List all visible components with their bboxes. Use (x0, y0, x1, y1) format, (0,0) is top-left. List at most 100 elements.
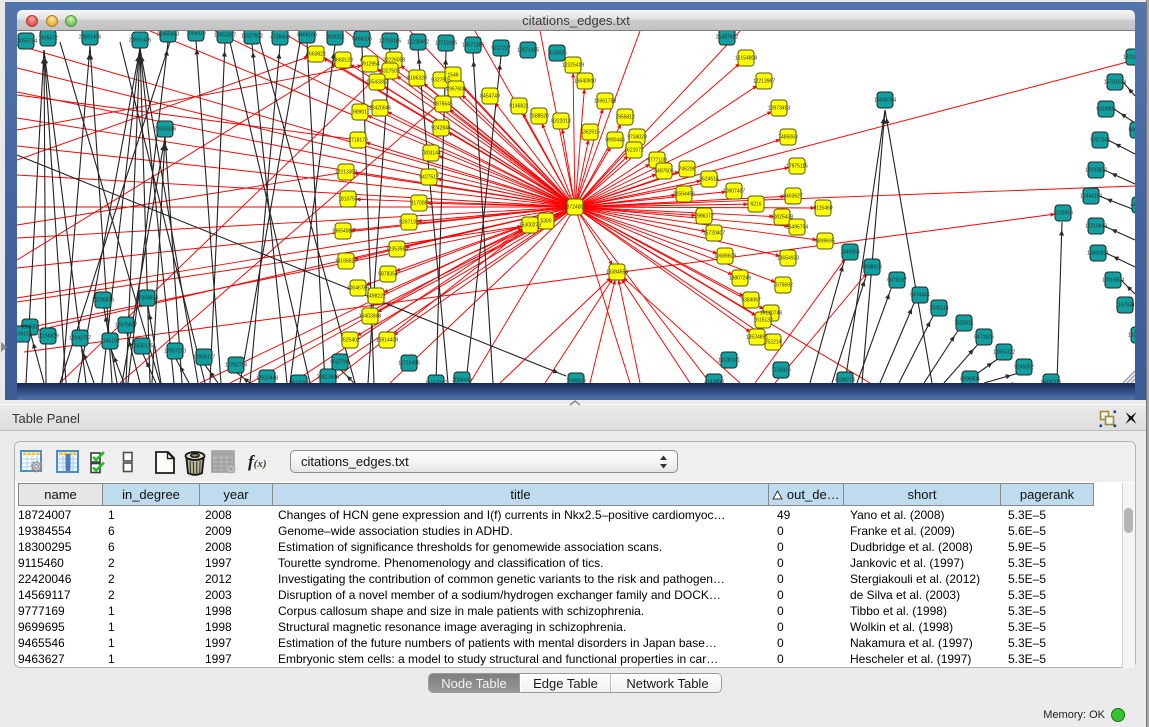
svg-text:10654122: 10654122 (993, 350, 1015, 356)
svg-text:16120746: 16120746 (760, 311, 782, 317)
svg-text:3624514: 3624514 (699, 177, 719, 183)
svg-text:817008: 817008 (411, 201, 428, 207)
svg-text:10025438: 10025438 (771, 215, 793, 221)
svg-text:10973493: 10973493 (768, 106, 790, 112)
svg-text:10653267: 10653267 (214, 33, 236, 39)
svg-text:20206576: 20206576 (92, 298, 114, 304)
svg-text:1621072: 1621072 (624, 148, 644, 154)
svg-text:18218506: 18218506 (1123, 55, 1135, 61)
svg-text:10228452: 10228452 (407, 40, 429, 46)
svg-text:10719185: 10719185 (435, 41, 457, 47)
svg-text:13654923: 13654923 (777, 256, 799, 262)
svg-text:11716485: 11716485 (398, 361, 420, 367)
svg-text:1145193: 1145193 (100, 339, 119, 345)
svg-text:1588520: 1588520 (529, 114, 549, 120)
svg-text:12093872: 12093872 (1085, 168, 1107, 174)
svg-text:9637791: 9637791 (330, 360, 350, 366)
svg-text:15692921: 15692921 (1087, 251, 1109, 257)
svg-text:16961758: 16961758 (594, 99, 616, 105)
svg-text:3875645: 3875645 (433, 102, 453, 108)
svg-text:10688609: 10688609 (714, 254, 736, 260)
svg-text:16403948: 16403948 (359, 314, 381, 320)
svg-text:252214: 252214 (765, 340, 782, 346)
svg-text:21564456: 21564456 (673, 192, 695, 198)
svg-text:12942757: 12942757 (69, 336, 91, 342)
svg-text:1810755: 1810755 (338, 197, 358, 203)
svg-text:10958127: 10958127 (193, 355, 215, 361)
svg-text:16154808: 16154808 (735, 56, 757, 62)
svg-text:7632621: 7632621 (954, 321, 974, 327)
svg-text:14136141: 14136141 (718, 358, 740, 364)
svg-text:9474444: 9474444 (910, 293, 930, 299)
svg-text:5682115: 5682115 (1128, 128, 1135, 134)
svg-text:1362615: 1362615 (580, 130, 600, 136)
svg-text:8660123: 8660123 (333, 58, 353, 64)
svg-text:7485063: 7485063 (778, 135, 798, 141)
svg-text:9990443: 9990443 (605, 138, 625, 144)
svg-text:12923448: 12923448 (256, 376, 278, 382)
svg-text:9245652: 9245652 (1014, 365, 1034, 371)
svg-text:8322013: 8322013 (551, 119, 571, 125)
svg-text:10046786: 10046786 (347, 286, 369, 292)
svg-text:16210643: 16210643 (1085, 224, 1107, 230)
svg-text:1405572: 1405572 (38, 36, 58, 42)
svg-text:6899695: 6899695 (815, 239, 835, 245)
svg-text:1615132: 1615132 (753, 318, 773, 324)
svg-text:3912954: 3912954 (360, 62, 380, 68)
svg-text:8454749: 8454749 (480, 94, 500, 100)
svg-text:14055724: 14055724 (17, 39, 37, 45)
svg-text:11156829: 11156829 (37, 334, 59, 340)
svg-text:2967608: 2967608 (446, 87, 466, 93)
svg-text:15751074: 15751074 (1104, 80, 1126, 86)
svg-text:18807249: 18807249 (729, 276, 751, 282)
svg-text:15300273: 15300273 (519, 223, 541, 229)
svg-text:17957253: 17957253 (164, 349, 186, 355)
svg-text:17359924: 17359924 (136, 296, 158, 302)
svg-text:4735650: 4735650 (270, 35, 290, 41)
svg-text:17975115: 17975115 (786, 164, 808, 170)
svg-text:19975857: 19975857 (115, 323, 137, 329)
svg-text:8267130: 8267130 (399, 220, 419, 226)
svg-text:4439154: 4439154 (17, 332, 32, 338)
svg-text:22420046: 22420046 (369, 106, 391, 112)
svg-text:98901: 98901 (353, 110, 367, 116)
svg-text:6216: 6216 (750, 202, 761, 208)
svg-text:8938923: 8938923 (862, 265, 882, 271)
svg-text:19166827: 19166827 (335, 259, 357, 265)
svg-text:10807487: 10807487 (723, 189, 745, 195)
svg-text:16648784: 16648784 (874, 98, 896, 104)
svg-text:16914409: 16914409 (376, 338, 398, 344)
svg-text:8806804: 8806804 (960, 377, 980, 383)
svg-text:7075692: 7075692 (773, 283, 793, 289)
svg-text:7955812: 7955812 (615, 115, 635, 121)
svg-text:6879197: 6879197 (887, 278, 907, 284)
svg-text:19384554: 19384554 (606, 270, 628, 276)
svg-text:6466100: 6466100 (352, 37, 372, 43)
svg-text:26387682: 26387682 (716, 35, 738, 41)
svg-text:1065326: 1065326 (186, 31, 206, 37)
svg-text:1733426: 1733426 (771, 368, 791, 374)
svg-text:9115460: 9115460 (813, 206, 832, 212)
svg-text:15720407: 15720407 (703, 231, 725, 237)
svg-text:12213967: 12213967 (753, 79, 775, 85)
svg-text:10671385: 10671385 (462, 43, 484, 49)
svg-text:19654985: 19654985 (332, 229, 354, 235)
svg-text:6497505: 6497505 (654, 169, 674, 175)
svg-text:5300: 5300 (540, 219, 551, 225)
svg-text:7515526: 7515526 (547, 51, 567, 57)
svg-text:9427512: 9427512 (419, 175, 439, 181)
svg-text:7663822: 7663822 (306, 52, 326, 58)
svg-text:1640954: 1640954 (840, 250, 860, 256)
svg-text:8471626: 8471626 (974, 335, 994, 341)
svg-text:9227342: 9227342 (1090, 138, 1110, 144)
svg-text:19299464: 19299464 (1128, 333, 1135, 339)
svg-text:7986372: 7986372 (694, 214, 714, 220)
svg-text:17016504: 17016504 (1102, 278, 1124, 284)
svg-text:9329986: 9329986 (1096, 107, 1116, 113)
svg-text:20813640: 20813640 (317, 375, 339, 381)
svg-text:9463627: 9463627 (783, 194, 803, 200)
svg-text:20691406: 20691406 (129, 38, 151, 44)
svg-text:20053346: 20053346 (154, 127, 176, 133)
svg-text:1167534: 1167534 (1115, 303, 1134, 309)
svg-text:22226058: 22226058 (383, 58, 405, 64)
